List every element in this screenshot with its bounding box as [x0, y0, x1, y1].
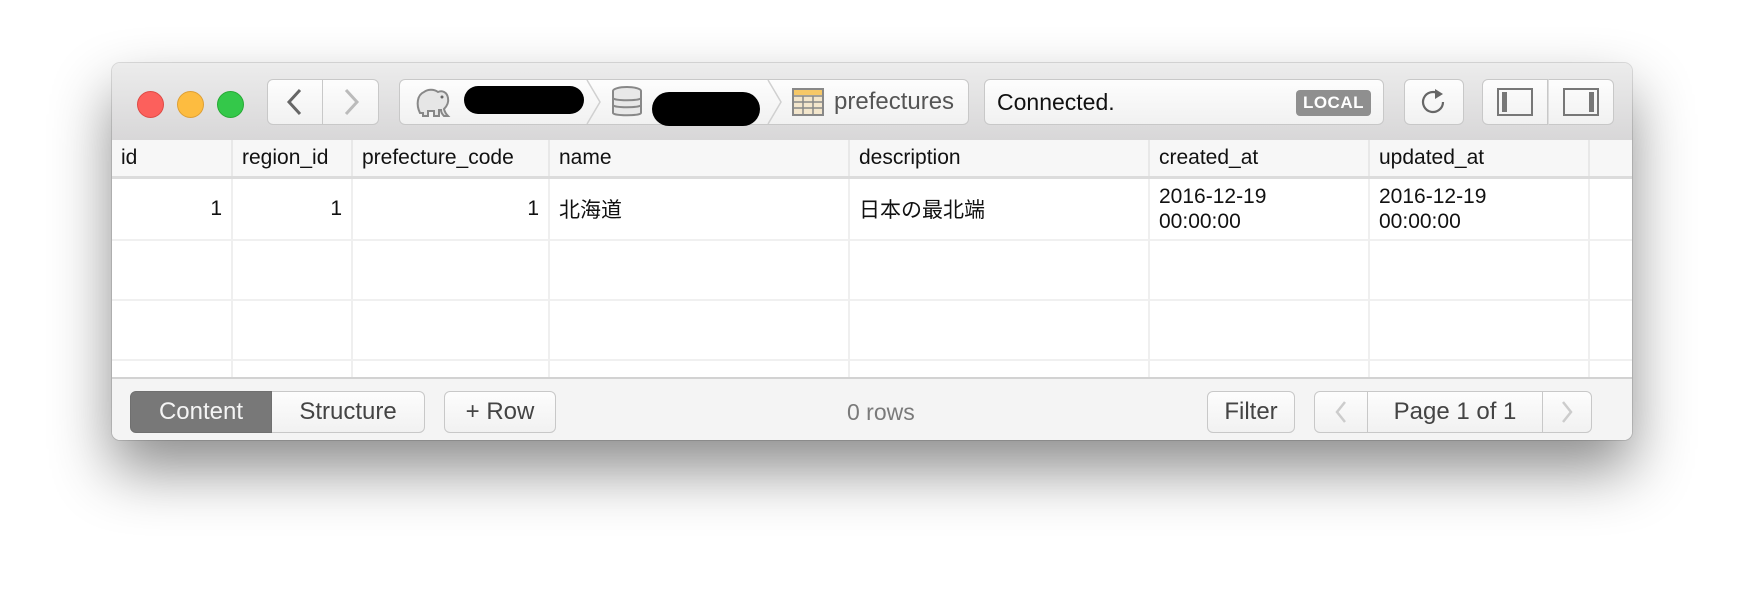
toggle-right-panel-button[interactable]	[1548, 79, 1614, 125]
redacted-connection-name	[464, 86, 584, 114]
cell-filler	[1590, 179, 1632, 239]
empty-cell	[353, 239, 550, 299]
empty-cell	[850, 299, 1150, 359]
breadcrumb-separator-icon	[586, 80, 601, 124]
empty-cell	[112, 239, 233, 299]
back-button[interactable]	[267, 79, 323, 125]
empty-cell	[550, 359, 850, 377]
add-row-button[interactable]: + Row	[444, 391, 556, 433]
redacted-database-name	[652, 92, 760, 126]
status-text: Connected.	[997, 88, 1115, 115]
empty-cell	[233, 239, 353, 299]
database-icon	[612, 86, 642, 117]
titlebar: prefectures Connected. LOCAL	[112, 63, 1632, 141]
right-sidebar-icon	[1563, 88, 1599, 116]
empty-cell	[1150, 239, 1370, 299]
breadcrumb-table-label: prefectures	[834, 88, 955, 115]
breadcrumb-separator-icon	[767, 80, 782, 124]
cell-updated-at[interactable]: 2016-12-19 00:00:00	[1370, 179, 1590, 239]
created-at-time: 00:00:00	[1159, 210, 1241, 233]
left-sidebar-icon	[1497, 88, 1533, 116]
breadcrumb: prefectures	[399, 79, 969, 126]
footer-bar: Content Structure + Row 0 rows Filter Pa…	[112, 377, 1632, 440]
next-page-button[interactable]	[1542, 391, 1592, 433]
table-row[interactable]: 1 1 1 北海道 日本の最北端 2016-12-19 00:00:00 201…	[112, 179, 1632, 241]
updated-at-time: 00:00:00	[1379, 210, 1461, 233]
empty-cell	[1370, 239, 1590, 299]
zoom-window-button[interactable]	[217, 91, 244, 118]
empty-cell	[112, 299, 233, 359]
chevron-right-icon	[1562, 401, 1573, 423]
column-header-region-id[interactable]: region_id	[233, 140, 353, 176]
local-badge: LOCAL	[1295, 90, 1371, 116]
chevron-left-icon	[286, 88, 302, 116]
column-header-filler	[1590, 140, 1632, 176]
chevron-right-icon	[344, 88, 359, 116]
empty-cell	[1370, 359, 1590, 377]
empty-cell	[353, 359, 550, 377]
column-header-id[interactable]: id	[112, 140, 233, 176]
toggle-left-panel-button[interactable]	[1482, 79, 1548, 125]
app-window: prefectures Connected. LOCAL id region_i…	[112, 63, 1632, 440]
cell-prefecture-code[interactable]: 1	[353, 179, 550, 239]
connection-status: Connected. LOCAL	[984, 79, 1384, 125]
tab-structure[interactable]: Structure	[272, 391, 425, 433]
previous-page-button[interactable]	[1314, 391, 1368, 433]
empty-cell	[1370, 299, 1590, 359]
cell-id[interactable]: 1	[112, 179, 233, 239]
empty-cell	[233, 359, 353, 377]
empty-cell	[112, 359, 233, 377]
empty-row	[112, 359, 1632, 377]
updated-at-date: 2016-12-19	[1379, 185, 1487, 208]
column-header-created-at[interactable]: created_at	[1150, 140, 1370, 176]
empty-cell	[1150, 299, 1370, 359]
cell-description[interactable]: 日本の最北端	[850, 179, 1150, 239]
refresh-icon	[1421, 89, 1445, 114]
breadcrumb-database[interactable]	[610, 80, 760, 126]
empty-cell	[550, 299, 850, 359]
table-icon	[792, 88, 824, 116]
data-grid: id region_id prefecture_code name descri…	[112, 140, 1632, 377]
column-header-name[interactable]: name	[550, 140, 850, 176]
table-header: id region_id prefecture_code name descri…	[112, 140, 1632, 179]
cell-created-at[interactable]: 2016-12-19 00:00:00	[1150, 179, 1370, 239]
empty-row	[112, 299, 1632, 361]
empty-row	[112, 239, 1632, 301]
tab-content[interactable]: Content	[130, 391, 272, 433]
cell-name[interactable]: 北海道	[550, 179, 850, 239]
postgres-elephant-icon	[416, 88, 451, 117]
page-indicator: Page 1 of 1	[1368, 391, 1542, 433]
row-count: 0 rows	[847, 399, 915, 425]
column-header-description[interactable]: description	[850, 140, 1150, 176]
refresh-button[interactable]	[1404, 79, 1464, 125]
breadcrumb-table[interactable]: prefectures	[792, 80, 954, 124]
close-window-button[interactable]	[137, 91, 164, 118]
filter-button[interactable]: Filter	[1207, 391, 1295, 433]
empty-cell	[1150, 359, 1370, 377]
created-at-date: 2016-12-19	[1159, 185, 1267, 208]
column-header-prefecture-code[interactable]: prefecture_code	[353, 140, 550, 176]
empty-cell	[850, 359, 1150, 377]
empty-cell	[550, 239, 850, 299]
chevron-left-icon	[1335, 401, 1346, 423]
cell-region-id[interactable]: 1	[233, 179, 353, 239]
empty-cell	[233, 299, 353, 359]
breadcrumb-connection[interactable]	[414, 80, 584, 124]
empty-cell	[353, 299, 550, 359]
empty-cell	[850, 239, 1150, 299]
forward-button[interactable]	[323, 79, 379, 125]
minimize-window-button[interactable]	[177, 91, 204, 118]
column-header-updated-at[interactable]: updated_at	[1370, 140, 1590, 176]
